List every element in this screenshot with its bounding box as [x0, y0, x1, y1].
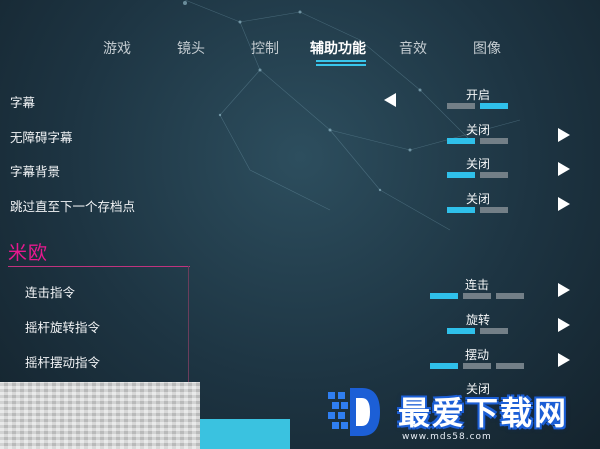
setting-label: 跳过直至下一个存档点 — [10, 199, 136, 214]
setting-label: 字幕 — [10, 95, 36, 110]
tab-bar: 游戏 镜头 控制 辅助功能 音效 图像 — [0, 38, 600, 68]
option-segment — [463, 293, 491, 299]
active-tab-indicator — [316, 60, 366, 66]
watermark-url: www.mds58.com — [402, 432, 492, 442]
arrow-right-icon[interactable] — [558, 197, 570, 211]
setting-row-skip-to-checkpoint[interactable]: 跳过直至下一个存档点 关闭 — [0, 190, 600, 220]
setting-value: 关闭 — [465, 157, 490, 171]
setting-value: 摆动 — [464, 348, 489, 362]
option-segment — [480, 207, 508, 213]
option-segment — [463, 363, 491, 369]
option-segment — [496, 363, 524, 369]
setting-label: 无障碍字幕 — [10, 130, 73, 145]
setting-value: 开启 — [465, 88, 490, 102]
setting-label: 摇杆摆动指令 — [25, 355, 101, 370]
setting-label: 摇杆旋转指令 — [25, 320, 101, 335]
option-segment-selected — [447, 138, 475, 144]
option-segment — [480, 138, 508, 144]
option-segment — [496, 293, 524, 299]
tab-audio[interactable]: 音效 — [399, 38, 427, 58]
option-segment — [480, 172, 508, 178]
arrow-right-icon[interactable] — [558, 162, 570, 176]
setting-row-stick-swing-prompt[interactable]: 摇杆摆动指令 摆动 — [0, 346, 600, 376]
section-divider — [8, 266, 190, 267]
section-title: 米欧 — [8, 242, 49, 264]
arrow-right-icon[interactable] — [558, 353, 570, 367]
setting-row-stick-rotate-prompt[interactable]: 摇杆旋转指令 旋转 — [0, 311, 600, 341]
setting-row-subtitle-background[interactable]: 字幕背景 关闭 — [0, 155, 600, 185]
setting-label: 连击指令 — [25, 285, 76, 300]
setting-row-subtitles[interactable]: 字幕 开启 — [0, 86, 600, 116]
arrow-right-icon[interactable] — [558, 128, 570, 142]
watermark-title: 最爱下载网 — [398, 394, 569, 432]
option-segment-selected — [430, 363, 458, 369]
setting-row-combo-prompt[interactable]: 连击指令 连击 — [0, 276, 600, 306]
tab-game[interactable]: 游戏 — [103, 38, 131, 58]
setting-row-accessible-subtitles[interactable]: 无障碍字幕 关闭 — [0, 121, 600, 151]
option-segment — [447, 103, 475, 109]
pixelated-overlay — [0, 382, 200, 449]
highlight-bar — [200, 419, 290, 449]
setting-value: 连击 — [464, 278, 489, 292]
arrow-right-icon[interactable] — [558, 318, 570, 332]
tab-accessibility[interactable]: 辅助功能 — [310, 38, 366, 58]
setting-value: 关闭 — [465, 123, 490, 137]
arrow-right-icon[interactable] — [558, 283, 570, 297]
setting-value: 关闭 — [465, 192, 490, 206]
option-segment-selected — [447, 207, 475, 213]
arrow-left-icon[interactable] — [384, 93, 396, 107]
watermark: 最爱下载网 www.mds58.com — [318, 380, 600, 449]
watermark-logo-icon — [328, 388, 380, 436]
tab-graphics[interactable]: 图像 — [473, 38, 501, 58]
option-segment-selected — [447, 172, 475, 178]
option-segment-selected — [480, 103, 508, 109]
setting-value: 旋转 — [465, 313, 490, 327]
setting-label: 字幕背景 — [10, 164, 61, 179]
option-segment-selected — [447, 328, 475, 334]
tab-controls[interactable]: 控制 — [251, 38, 279, 58]
tab-camera[interactable]: 镜头 — [177, 38, 205, 58]
option-segment-selected — [430, 293, 458, 299]
option-segment — [480, 328, 508, 334]
